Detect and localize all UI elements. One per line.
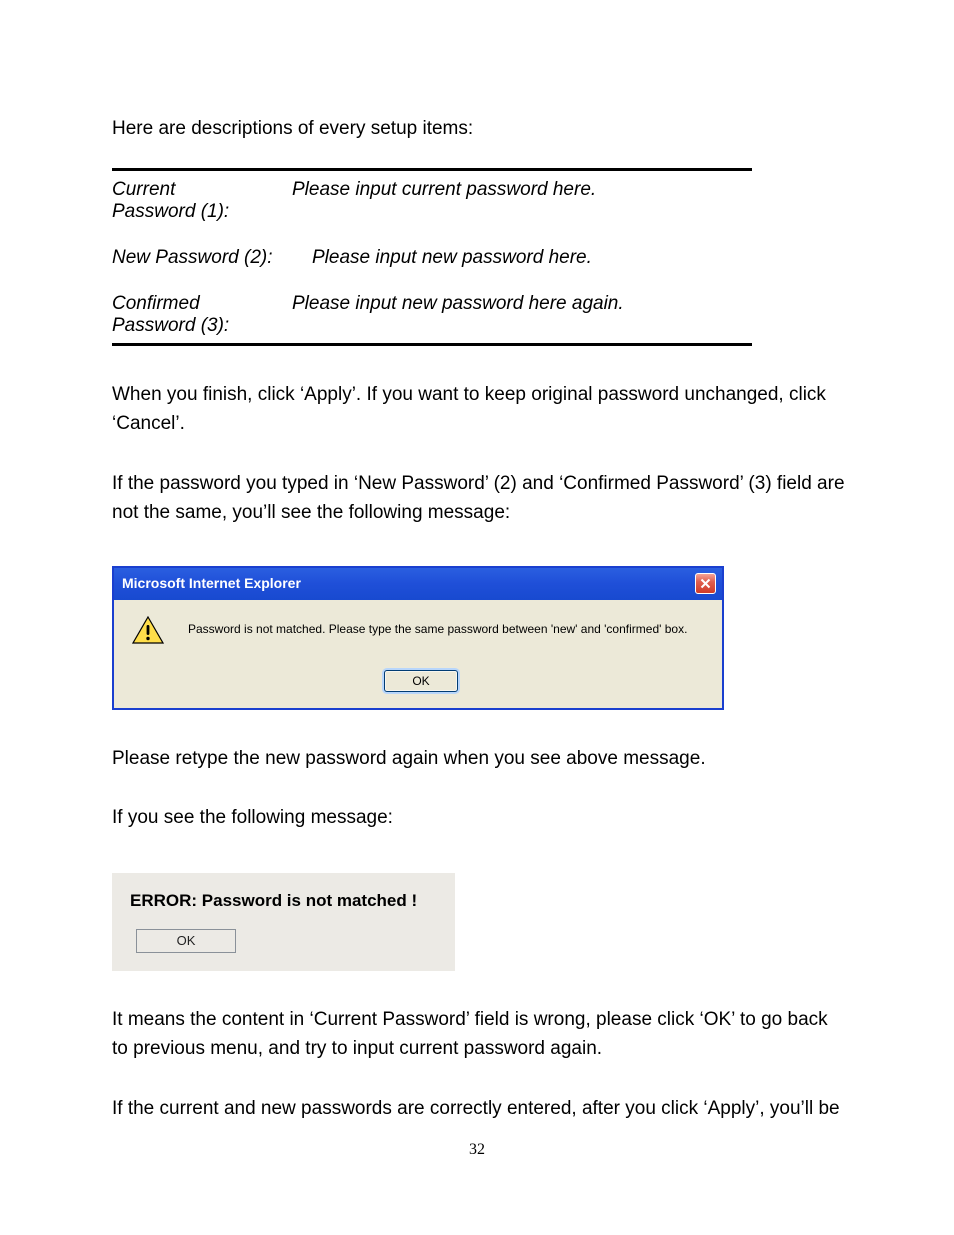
- def-term-line: Password (3):: [112, 315, 292, 337]
- page-number: 32: [0, 1141, 954, 1159]
- paragraph-mismatch: If the password you typed in ‘New Passwo…: [112, 469, 848, 528]
- def-term: New Password (2):: [112, 247, 312, 269]
- def-term: Current Password (1):: [112, 179, 292, 223]
- close-icon: [700, 578, 711, 589]
- paragraph-following: If you see the following message:: [112, 803, 848, 832]
- def-term-line: Confirmed: [112, 293, 292, 315]
- paragraph-retype: Please retype the new password again whe…: [112, 744, 848, 773]
- dialog-title: Microsoft Internet Explorer: [122, 575, 695, 591]
- dialog-titlebar: Microsoft Internet Explorer: [114, 568, 722, 600]
- def-term-line: Password (1):: [112, 201, 292, 223]
- ok-button[interactable]: OK: [384, 670, 458, 692]
- definitions-table: Current Password (1): Please input curre…: [112, 168, 752, 346]
- def-desc: Please input new password here.: [312, 247, 752, 269]
- def-term-line: Current: [112, 179, 292, 201]
- close-button[interactable]: [695, 573, 716, 594]
- def-row-confirmed-password: Confirmed Password (3): Please input new…: [112, 293, 752, 337]
- dialog-content: Password is not matched. Please type the…: [132, 620, 710, 644]
- def-desc: Please input current password here.: [292, 179, 752, 223]
- ie-dialog: Microsoft Internet Explorer Password is …: [112, 566, 724, 710]
- dialog-message: Password is not matched. Please type the…: [188, 620, 687, 636]
- def-row-new-password: New Password (2): Please input new passw…: [112, 247, 752, 269]
- paragraph-final: If the current and new passwords are cor…: [112, 1094, 848, 1123]
- dialog-body: Password is not matched. Please type the…: [114, 600, 722, 708]
- paragraph-means: It means the content in ‘Current Passwor…: [112, 1005, 848, 1064]
- paragraph-apply-cancel: When you finish, click ‘Apply’. If you w…: [112, 380, 848, 439]
- def-desc: Please input new password here again.: [292, 293, 752, 337]
- intro-text: Here are descriptions of every setup ite…: [112, 118, 848, 140]
- error-dialog: ERROR: Password is not matched ! OK: [112, 873, 455, 971]
- dialog-button-row: OK: [132, 670, 710, 692]
- def-term: Confirmed Password (3):: [112, 293, 292, 337]
- ok-button[interactable]: OK: [136, 929, 236, 953]
- def-row-current-password: Current Password (1): Please input curre…: [112, 179, 752, 223]
- warning-icon: [132, 616, 164, 644]
- error-dialog-title: ERROR: Password is not matched !: [130, 891, 443, 911]
